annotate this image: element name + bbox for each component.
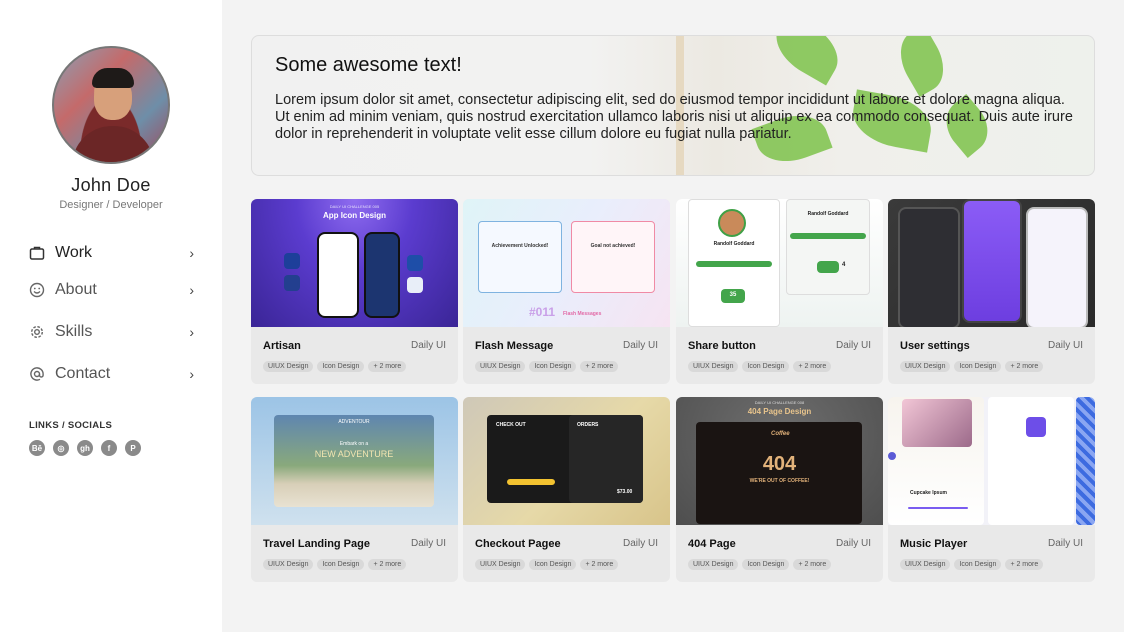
project-tags: UIUX Design Icon Design + 2 more: [900, 559, 1044, 570]
nav-item-skills[interactable]: Skills ›: [28, 319, 194, 345]
project-category: Daily UI: [835, 340, 871, 351]
tag: + 2 more: [368, 559, 407, 570]
project-category: Daily UI: [622, 538, 658, 549]
project-category: Daily UI: [410, 538, 446, 549]
project-card-checkout-pagee[interactable]: CHECK OUT ORDERS $73.00 Checkout Pagee D…: [463, 397, 670, 582]
hero-banner: Some awesome text! Lorem ipsum dolor sit…: [251, 35, 1095, 176]
at-icon: [28, 365, 46, 383]
tag: + 2 more: [580, 361, 619, 372]
project-thumbnail: ADVENTOUR Embark on a NEW ADVENTURE: [251, 397, 458, 525]
project-tags: UIUX Design Icon Design + 2 more: [263, 559, 407, 570]
project-thumbnail: DAILY UI CHALLENGE 005 App Icon Design: [251, 199, 458, 327]
project-card-user-settings[interactable]: User settings Daily UI UIUX Design Icon …: [888, 199, 1095, 384]
nav-item-label: About: [55, 281, 97, 298]
facebook-icon[interactable]: f: [101, 440, 117, 456]
chevron-right-icon: ›: [189, 282, 194, 298]
tag: + 2 more: [1005, 559, 1044, 570]
project-title: Artisan: [263, 340, 301, 352]
tag: + 2 more: [793, 559, 832, 570]
project-title: 404 Page: [688, 538, 736, 550]
project-title: Flash Message: [475, 340, 554, 352]
project-card-flash-message[interactable]: Achievement Unlocked! Goal not achieved!…: [463, 199, 670, 384]
project-thumbnail: CHECK OUT ORDERS $73.00: [463, 397, 670, 525]
chevron-right-icon: ›: [189, 324, 194, 340]
behance-icon[interactable]: Bē: [29, 440, 45, 456]
project-card-share-button[interactable]: Randolf Goddard 35 Randolf Goddard 4 Sha…: [676, 199, 883, 384]
tag: + 2 more: [793, 361, 832, 372]
smile-icon: [28, 281, 46, 299]
tag: UIUX Design: [688, 361, 739, 372]
project-card-travel-landing-page[interactable]: ADVENTOUR Embark on a NEW ADVENTURE Trav…: [251, 397, 458, 582]
social-links: Bē ◎ gh f P: [29, 440, 141, 456]
project-card-404-page[interactable]: DAILY UI CHALLENGE 008 404 Page Design C…: [676, 397, 883, 582]
profile-role: Designer / Developer: [59, 199, 163, 211]
nav-item-work[interactable]: Work ›: [28, 240, 194, 266]
project-thumbnail: DAILY UI CHALLENGE 008 404 Page Design C…: [676, 397, 883, 525]
tag: Icon Design: [529, 559, 577, 570]
tag: Icon Design: [317, 361, 365, 372]
tag: Icon Design: [742, 559, 790, 570]
project-title: Share button: [688, 340, 756, 352]
profile-name: John Doe: [71, 175, 151, 195]
dribbble-icon[interactable]: ◎: [53, 440, 69, 456]
avatar: [52, 46, 170, 164]
tag: Icon Design: [954, 559, 1002, 570]
project-card-artisan[interactable]: DAILY UI CHALLENGE 005 App Icon Design A…: [251, 199, 458, 384]
tag: + 2 more: [580, 559, 619, 570]
project-tags: UIUX Design Icon Design + 2 more: [263, 361, 407, 372]
links-title: LINKS / SOCIALS: [29, 420, 113, 431]
project-tags: UIUX Design Icon Design + 2 more: [688, 361, 832, 372]
briefcase-icon: [28, 244, 46, 262]
project-thumbnail: [888, 199, 1095, 327]
chevron-right-icon: ›: [189, 366, 194, 382]
tag: + 2 more: [1005, 361, 1044, 372]
tag: UIUX Design: [900, 361, 951, 372]
tag: Icon Design: [529, 361, 577, 372]
nav-item-contact[interactable]: Contact ›: [28, 361, 194, 387]
project-title: Checkout Pagee: [475, 538, 561, 550]
project-category: Daily UI: [1047, 340, 1083, 351]
hero-title: Some awesome text!: [275, 54, 462, 76]
tag: Icon Design: [742, 361, 790, 372]
project-thumbnail: Achievement Unlocked! Goal not achieved!…: [463, 199, 670, 327]
tag: Icon Design: [317, 559, 365, 570]
project-title: User settings: [900, 340, 970, 352]
tag: UIUX Design: [900, 559, 951, 570]
project-thumbnail: Cupcake Ipsum: [888, 397, 1095, 525]
github-icon[interactable]: gh: [77, 440, 93, 456]
project-tags: UIUX Design Icon Design + 2 more: [688, 559, 832, 570]
project-category: Daily UI: [835, 538, 871, 549]
tag: UIUX Design: [688, 559, 739, 570]
tag: UIUX Design: [263, 559, 314, 570]
sidebar: John Doe Designer / Developer Work › Abo…: [0, 0, 222, 632]
project-title: Travel Landing Page: [263, 538, 370, 550]
project-card-music-player[interactable]: Cupcake Ipsum Music Player Daily UI UIUX…: [888, 397, 1095, 582]
project-category: Daily UI: [1047, 538, 1083, 549]
leaf-decoration: [765, 36, 849, 86]
nav-item-label: Work: [55, 244, 93, 261]
chevron-right-icon: ›: [189, 245, 194, 261]
project-category: Daily UI: [622, 340, 658, 351]
project-title: Music Player: [900, 538, 968, 550]
tag: UIUX Design: [475, 361, 526, 372]
tag: Icon Design: [954, 361, 1002, 372]
hero-body: Lorem ipsum dolor sit amet, consectetur …: [275, 92, 1073, 142]
project-thumbnail: Randolf Goddard 35 Randolf Goddard 4: [676, 199, 883, 327]
project-tags: UIUX Design Icon Design + 2 more: [900, 361, 1044, 372]
nav-item-label: Contact: [55, 365, 111, 382]
nav-item-about[interactable]: About ›: [28, 277, 194, 303]
nav-item-label: Skills: [55, 323, 93, 340]
tag: UIUX Design: [475, 559, 526, 570]
pinterest-icon[interactable]: P: [125, 440, 141, 456]
tag: UIUX Design: [263, 361, 314, 372]
gear-icon: [28, 323, 46, 341]
project-tags: UIUX Design Icon Design + 2 more: [475, 361, 619, 372]
leaf-decoration: [889, 36, 955, 97]
tag: + 2 more: [368, 361, 407, 372]
project-category: Daily UI: [410, 340, 446, 351]
project-tags: UIUX Design Icon Design + 2 more: [475, 559, 619, 570]
